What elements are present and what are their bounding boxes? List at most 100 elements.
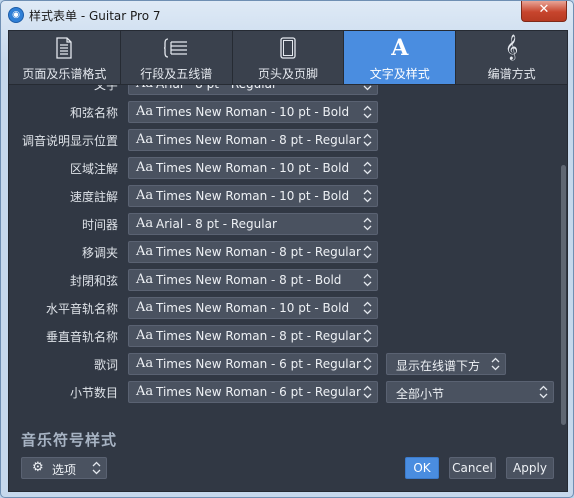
font-selector[interactable]: Aa Arial - 8 pt - Regular — [128, 213, 378, 235]
font-preview-icon: Aa — [136, 132, 154, 147]
updown-chevron-icon — [363, 161, 372, 175]
tab-systems-and-staves[interactable]: 行段及五线谱 — [121, 31, 233, 84]
window-title: 样式表单 - Guitar Pro 7 — [29, 9, 161, 23]
font-selector[interactable]: Aa Times New Roman - 6 pt - Regular — [128, 353, 378, 375]
dialog-body: 页面及乐谱格式 行段及五线谱 页头及页脚 A 文字及样式 𝄞 编谱方式 文字 和… — [8, 30, 568, 492]
window-close-button[interactable]: ✕ — [521, 1, 567, 22]
font-value: Times New Roman - 8 pt - Regular — [156, 133, 361, 147]
style-row: 文字 Aa Arial - 8 pt - Regular — [9, 85, 561, 95]
font-preview-icon: Aa — [136, 300, 154, 315]
font-value: Times New Roman - 10 pt - Bold — [156, 105, 350, 119]
row-label: 移调夹 — [81, 246, 118, 260]
updown-chevron-icon — [363, 133, 372, 147]
tab-text-and-style[interactable]: A 文字及样式 — [344, 31, 457, 84]
staff-lines-icon — [164, 38, 188, 58]
font-preview-icon: Aa — [136, 384, 154, 399]
font-value: Times New Roman - 10 pt - Bold — [156, 301, 350, 315]
updown-chevron-icon — [363, 105, 372, 119]
style-sheet-window: ◉ 样式表单 - Guitar Pro 7 ✕ 页面及乐谱格式 行段及五线谱 页… — [0, 0, 574, 498]
font-preview-icon: Aa — [136, 328, 154, 343]
tab-page-and-score-format[interactable]: 页面及乐谱格式 — [9, 31, 121, 84]
updown-chevron-icon — [363, 85, 372, 91]
font-value: Times New Roman - 8 pt - Regular — [156, 245, 361, 259]
tab-header-and-footer[interactable]: 页头及页脚 — [233, 31, 345, 84]
style-row: 和弦名称 Aa Times New Roman - 10 pt - Bold — [9, 101, 561, 123]
font-value: Arial - 8 pt - Regular — [156, 85, 277, 91]
font-preview-icon: Aa — [136, 356, 154, 371]
row-label: 垂直音轨名称 — [45, 330, 118, 344]
font-selector[interactable]: Aa Times New Roman - 8 pt - Regular — [128, 241, 378, 263]
bar-numbers-value: 全部小节 — [396, 387, 445, 401]
font-preview-icon: Aa — [136, 188, 154, 203]
updown-chevron-icon — [539, 385, 548, 399]
tab-notation-style[interactable]: 𝄞 编谱方式 — [456, 31, 567, 84]
font-selector[interactable]: Aa Times New Roman - 8 pt - Bold — [128, 269, 378, 291]
vertical-scrollbar[interactable] — [561, 85, 566, 435]
font-selector[interactable]: Aa Times New Roman - 8 pt - Regular — [128, 129, 378, 151]
font-preview-icon: Aa — [136, 216, 154, 231]
bar-numbers-select[interactable]: 全部小节 — [386, 381, 554, 403]
options-button[interactable]: ⚙ 选项 — [21, 457, 107, 479]
font-selector[interactable]: Aa Times New Roman - 10 pt - Bold — [128, 101, 378, 123]
guitar-pro-app-icon: ◉ — [8, 7, 24, 23]
ok-button[interactable]: OK — [405, 457, 439, 479]
font-selector[interactable]: Aa Times New Roman - 10 pt - Bold — [128, 157, 378, 179]
updown-chevron-icon — [363, 273, 372, 287]
updown-chevron-icon — [92, 461, 101, 475]
font-value: Times New Roman - 10 pt - Bold — [156, 189, 350, 203]
tablet-icon — [280, 37, 296, 59]
cancel-button[interactable]: Cancel — [449, 457, 496, 479]
lyrics-position-value: 显示在线谱下方 — [396, 359, 481, 373]
tab-label: 文字及样式 — [369, 67, 430, 81]
font-preview-icon: Aa — [136, 272, 154, 287]
apply-button[interactable]: Apply — [506, 457, 554, 479]
style-row: 时间器 Aa Arial - 8 pt - Regular — [9, 213, 561, 235]
updown-chevron-icon — [363, 385, 372, 399]
row-label: 调音说明显示位置 — [21, 134, 118, 148]
font-value: Times New Roman - 6 pt - Regular — [156, 385, 361, 399]
updown-chevron-icon — [363, 245, 372, 259]
tab-bar: 页面及乐谱格式 行段及五线谱 页头及页脚 A 文字及样式 𝄞 编谱方式 — [9, 31, 567, 85]
row-label: 小节数目 — [69, 386, 118, 400]
lyrics-position-select[interactable]: 显示在线谱下方 — [386, 353, 506, 375]
font-selector[interactable]: Aa Times New Roman - 10 pt - Bold — [128, 185, 378, 207]
title-bar[interactable]: ◉ 样式表单 - Guitar Pro 7 ✕ — [1, 1, 573, 29]
text-style-icon: A — [391, 35, 409, 61]
treble-clef-icon: 𝄞 — [505, 35, 519, 60]
font-selector[interactable]: Aa Times New Roman - 6 pt - Regular — [128, 381, 378, 403]
font-selector[interactable]: Aa Times New Roman - 10 pt - Bold — [128, 297, 378, 319]
font-value: Times New Roman - 8 pt - Regular — [156, 329, 361, 343]
font-preview-icon: Aa — [136, 104, 154, 119]
updown-chevron-icon — [363, 357, 372, 371]
row-label: 文字 — [93, 85, 118, 92]
row-label: 和弦名称 — [69, 106, 118, 120]
font-value: Times New Roman - 10 pt - Bold — [156, 161, 350, 175]
style-row: 封閉和弦 Aa Times New Roman - 8 pt - Bold — [9, 269, 561, 291]
style-row: 调音说明显示位置 Aa Times New Roman - 8 pt - Reg… — [9, 129, 561, 151]
style-row: 速度註解 Aa Times New Roman - 10 pt - Bold — [9, 185, 561, 207]
font-selector[interactable]: Aa Times New Roman - 8 pt - Regular — [128, 325, 378, 347]
style-row: 垂直音轨名称 Aa Times New Roman - 8 pt - Regul… — [9, 325, 561, 347]
font-value: Times New Roman - 6 pt - Regular — [156, 357, 361, 371]
row-label: 时间器 — [81, 218, 118, 232]
row-label: 区域注解 — [69, 162, 118, 176]
tab-label: 页面及乐谱格式 — [22, 67, 107, 81]
tab-label: 行段及五线谱 — [140, 67, 213, 81]
style-row: 歌词 Aa Times New Roman - 6 pt - Regular 显… — [9, 353, 561, 375]
row-label: 速度註解 — [69, 190, 118, 204]
updown-chevron-icon — [363, 329, 372, 343]
tab-label: 页头及页脚 — [257, 67, 318, 81]
style-row: 小节数目 Aa Times New Roman - 6 pt - Regular… — [9, 381, 561, 403]
row-label: 水平音轨名称 — [45, 302, 118, 316]
font-selector[interactable]: Aa Arial - 8 pt - Regular — [128, 85, 378, 95]
style-row: 区域注解 Aa Times New Roman - 10 pt - Bold — [9, 157, 561, 179]
scrollbar-thumb[interactable] — [561, 165, 566, 425]
section-title: 音乐符号样式 — [21, 431, 118, 449]
row-label: 歌词 — [93, 358, 118, 372]
font-preview-icon: Aa — [136, 244, 154, 259]
updown-chevron-icon — [491, 357, 500, 371]
page-icon — [56, 37, 73, 59]
font-preview-icon: Aa — [136, 160, 154, 175]
updown-chevron-icon — [363, 189, 372, 203]
updown-chevron-icon — [363, 217, 372, 231]
